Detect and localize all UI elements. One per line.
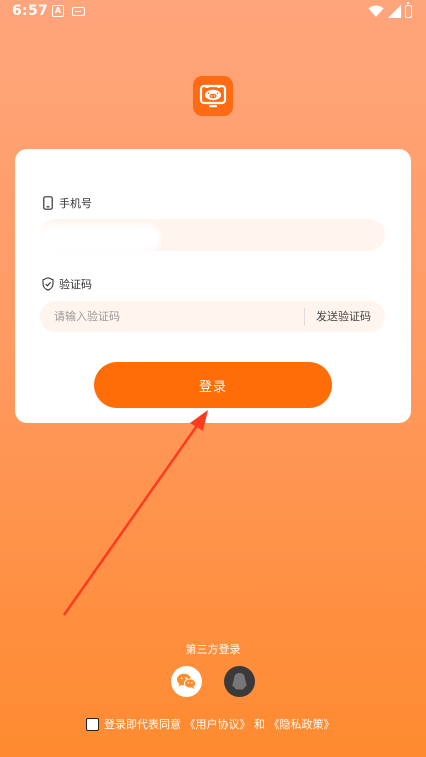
qq-icon bbox=[232, 673, 247, 690]
user-agreement-link[interactable]: 《用户协议》 bbox=[185, 716, 251, 732]
wechat-login-button[interactable] bbox=[171, 666, 202, 697]
agreement-checkbox[interactable] bbox=[86, 717, 99, 731]
third-party-title: 第三方登录 bbox=[185, 643, 241, 656]
agreement-and: 和 bbox=[254, 718, 265, 731]
qq-login-button[interactable] bbox=[224, 666, 255, 697]
login-screen: 6:57 A 手机号 验证码 请输入验证码 发送验证码 登录 第三方登录 登录即… bbox=[0, 0, 426, 757]
agreement-prefix: 登录即代表同意 bbox=[104, 718, 181, 731]
privacy-policy-link[interactable]: 《隐私政策》 bbox=[269, 716, 335, 732]
wechat-icon bbox=[177, 673, 197, 689]
agreement-row: 登录即代表同意 《用户协议》 和 《隐私政策》 bbox=[86, 714, 335, 734]
